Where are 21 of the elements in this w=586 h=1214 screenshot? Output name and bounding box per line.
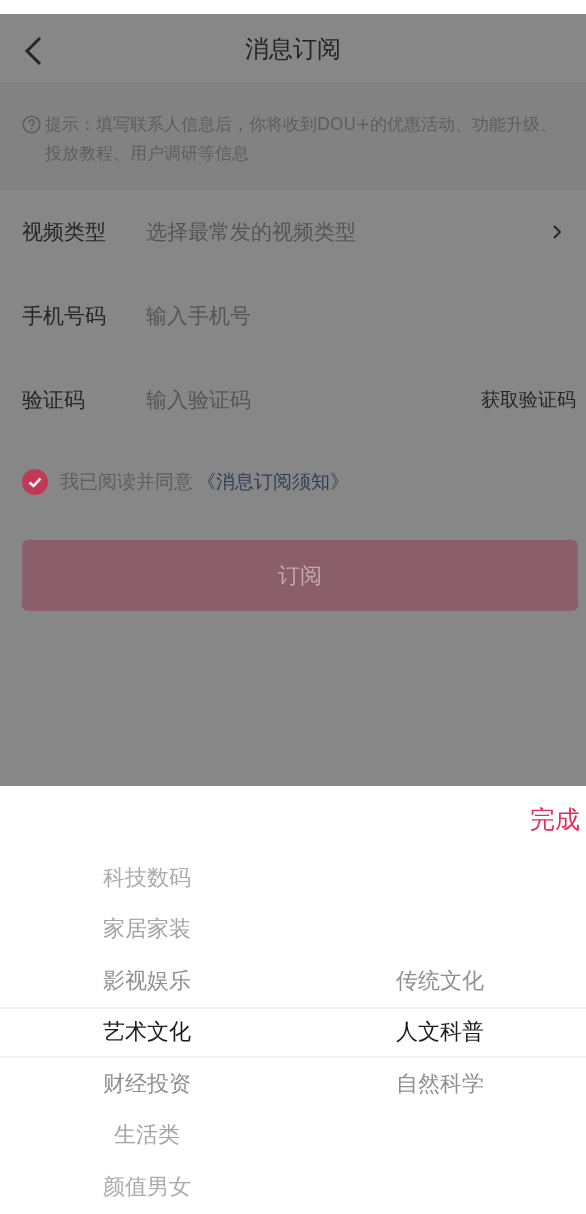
picker-option[interactable]: 科技数码 <box>102 852 191 904</box>
help-icon <box>22 115 41 134</box>
get-code-button[interactable]: 获取验证码 <box>481 387 576 413</box>
picker-option[interactable]: 影视娱乐 <box>102 955 191 1007</box>
picker-option[interactable]: 家居家装 <box>102 903 191 955</box>
done-button[interactable]: 完成 <box>530 802 580 836</box>
picker-option[interactable]: 人文科普 <box>395 1006 484 1058</box>
picker-option[interactable]: 艺术文化 <box>102 1006 191 1058</box>
back-icon[interactable] <box>22 36 44 66</box>
picker-option[interactable]: 生活类 <box>113 1109 180 1161</box>
field-label: 验证码 <box>22 387 86 414</box>
checkbox[interactable] <box>22 469 48 495</box>
picker-option[interactable]: 颜值男女 <box>102 1161 191 1213</box>
field-label: 视频类型 <box>22 219 107 246</box>
picker-option[interactable]: 财经投资 <box>102 1058 191 1110</box>
chevron-right-icon <box>552 224 562 240</box>
field-label: 手机号码 <box>22 303 107 330</box>
terms-link[interactable]: 《消息订阅须知》 <box>197 469 349 495</box>
picker-option[interactable]: 自然科学 <box>395 1058 484 1110</box>
picker-option[interactable]: 传统文化 <box>395 955 484 1007</box>
page-title: 消息订阅 <box>245 33 341 65</box>
